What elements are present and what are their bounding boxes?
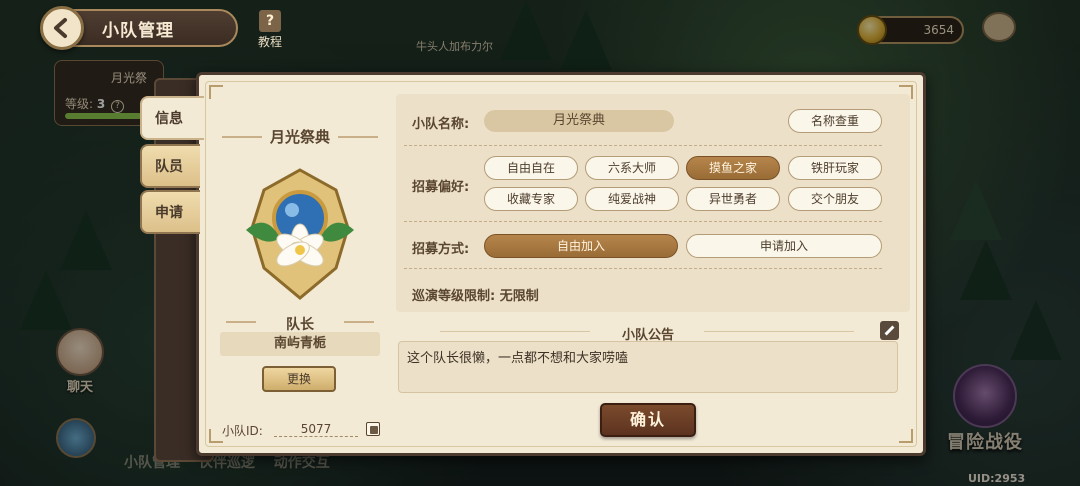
preference-option[interactable]: 自由自在 — [484, 156, 578, 180]
page-title: 小队管理 — [62, 9, 238, 47]
name-check-button[interactable]: 名称查重 — [788, 109, 882, 133]
corner-ornament — [209, 429, 223, 443]
team-id-value: 5077 — [274, 422, 358, 437]
divider — [338, 136, 378, 138]
row-divider — [404, 145, 882, 146]
preference-option[interactable]: 六系大师 — [585, 156, 679, 180]
tutorial-button[interactable]: ? 教程 — [258, 10, 282, 50]
back-button[interactable] — [40, 6, 84, 50]
preference-label: 招募偏好: — [412, 180, 470, 195]
preference-option[interactable]: 交个朋友 — [788, 187, 882, 211]
team-id-label: 小队ID: — [222, 424, 263, 438]
divider — [440, 331, 590, 332]
tutorial-label: 教程 — [258, 35, 283, 49]
preference-option[interactable]: 铁肝玩家 — [788, 156, 882, 180]
question-book-icon: ? — [259, 10, 281, 32]
confirm-button[interactable]: 确认 — [600, 403, 696, 437]
captain-name: 南屿青栀 — [220, 332, 380, 356]
announcement-text[interactable]: 这个队长很懒，一点都不想和大家唠嗑 — [398, 341, 898, 393]
divider — [704, 331, 854, 332]
arrow-left-icon — [54, 18, 67, 38]
preference-option[interactable]: 摸鱼之家 — [686, 156, 780, 180]
corner-ornament — [899, 429, 913, 443]
level-limit-text: 巡演等级限制: 无限制 — [412, 289, 539, 304]
row-divider — [404, 221, 882, 222]
method-label: 招募方式: — [412, 242, 470, 257]
team-emblem-icon — [246, 168, 354, 300]
preference-option[interactable]: 纯爱战神 — [585, 187, 679, 211]
copy-icon[interactable] — [366, 422, 380, 436]
corner-ornament — [209, 85, 223, 99]
tab-members[interactable]: 队员 — [140, 144, 200, 188]
preference-option[interactable]: 异世勇者 — [686, 187, 780, 211]
row-divider — [404, 268, 882, 269]
change-captain-button[interactable]: 更换 — [262, 366, 336, 392]
method-option[interactable]: 自由加入 — [484, 234, 678, 258]
team-name-label: 小队名称: — [412, 117, 470, 132]
team-name-field[interactable]: 月光祭典 — [484, 110, 674, 132]
method-option[interactable]: 申请加入 — [686, 234, 882, 258]
divider — [222, 136, 262, 138]
edit-icon[interactable] — [880, 321, 899, 340]
tab-applications[interactable]: 申请 — [140, 190, 200, 234]
tab-info[interactable]: 信息 — [140, 96, 204, 140]
preference-option[interactable]: 收藏专家 — [484, 187, 578, 211]
captain-label: 队长 — [286, 317, 314, 333]
